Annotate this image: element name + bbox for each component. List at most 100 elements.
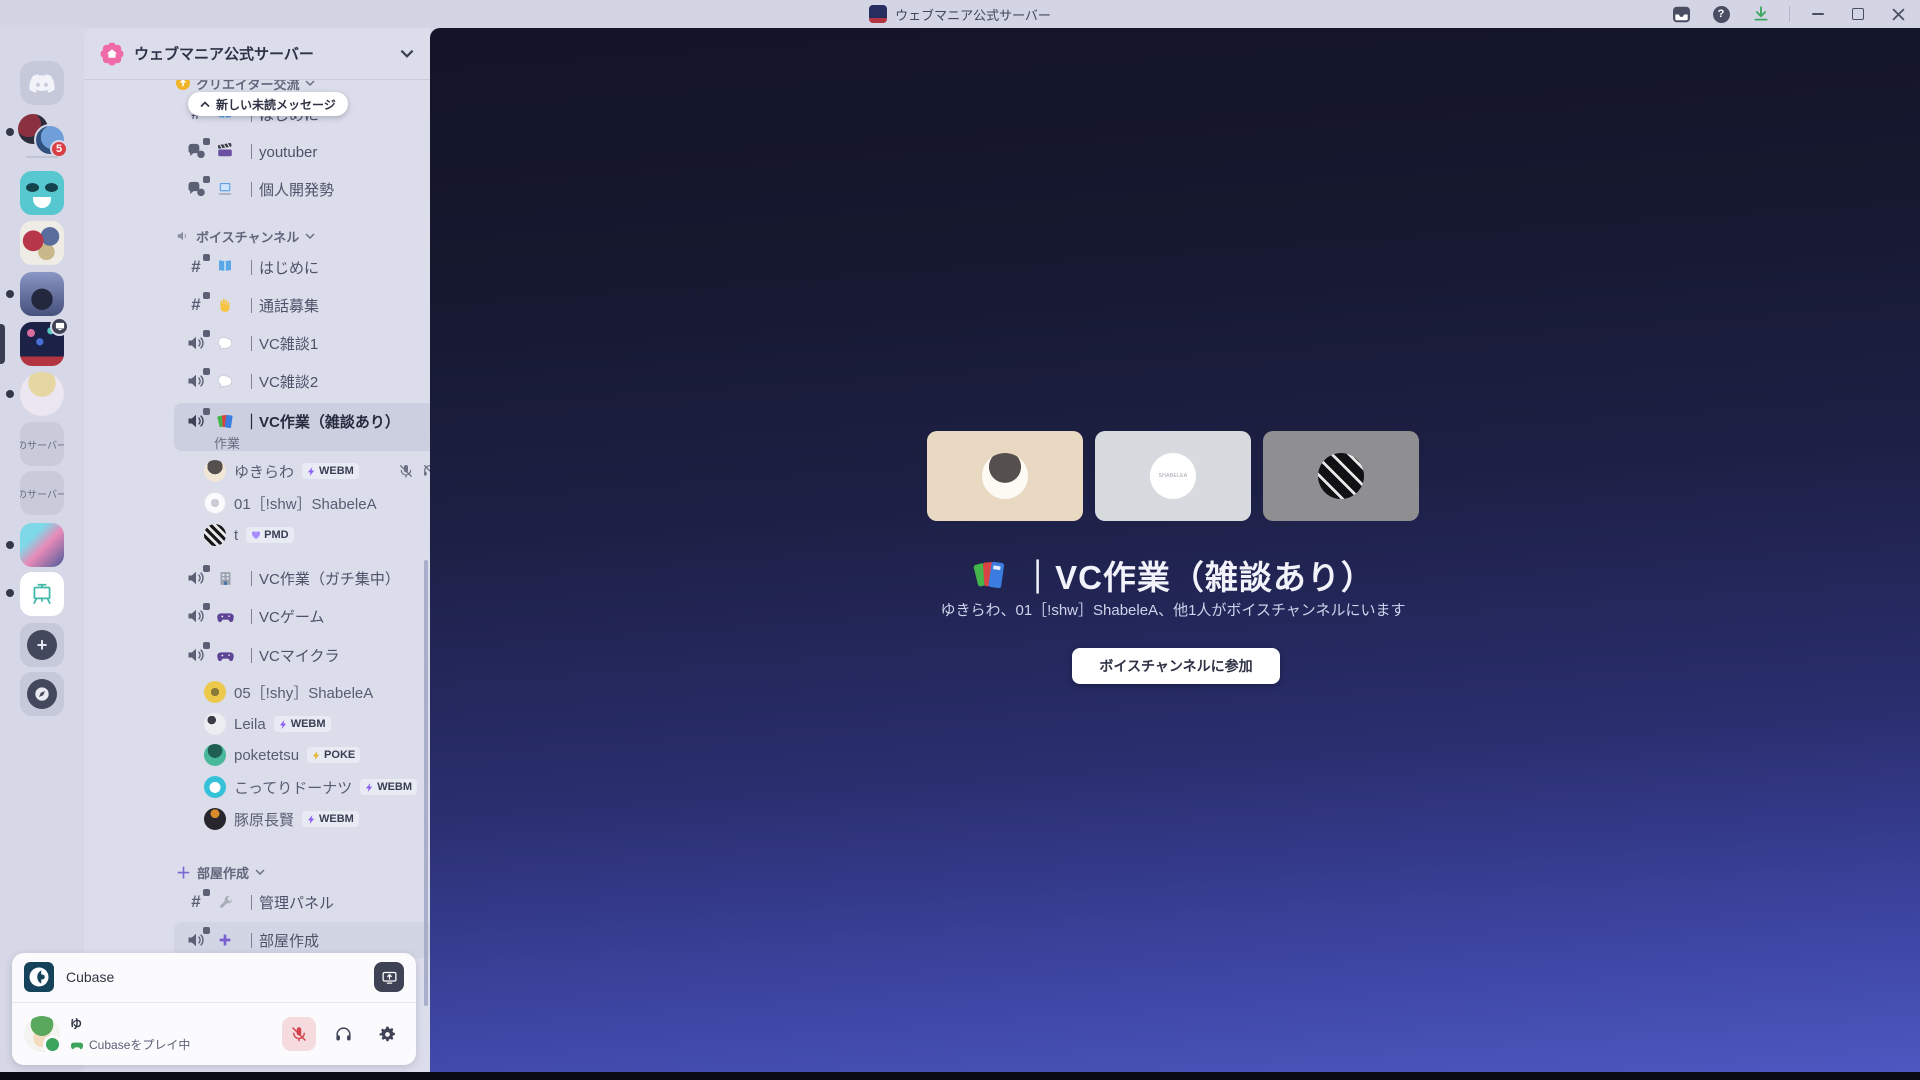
maximize-button[interactable] [1846,3,1870,25]
deafened-icon [423,465,430,476]
chevron-down-icon [305,80,316,86]
unread-indicator [6,290,14,298]
server-item-teal-face[interactable] [20,171,64,215]
user-info[interactable]: ゆ Cubaseをプレイ中 [70,1015,272,1053]
voice-tile-shabelea[interactable]: SHABELEA [1095,431,1251,521]
maximize-icon [1852,8,1864,20]
category-label: ボイスチャンネル [196,229,300,245]
voice-member-yukirawa[interactable]: ゆきらわ WEBM ライブ [204,457,430,485]
chevron-up-icon [200,100,210,107]
channel-vc-work-focus[interactable]: ｜VC作業（ガチ集中） [176,562,430,594]
unread-indicator [6,390,14,398]
category-voice-channels[interactable]: ボイスチャンネル [176,224,430,248]
server-item-collage[interactable] [20,221,64,265]
voice-member-kotteri-donut[interactable]: こってりドーナツ WEBM [204,773,430,801]
member-name: 豚原長賢 [234,811,295,829]
text-channel-limited-icon: # [186,254,210,277]
mic-muted-icon [399,465,412,478]
server-item-anime-girl[interactable] [20,372,64,416]
user-settings-button[interactable] [370,1017,404,1051]
channel-hajimeni-voice-section[interactable]: # ｜はじめに [176,251,430,283]
server-header[interactable]: ウェブマニア公式サーバー [84,28,430,80]
channel-tsuwa-boshu[interactable]: # ｜通話募集 [176,289,430,321]
stream-activity-button[interactable] [374,962,404,992]
close-button[interactable] [1886,3,1910,25]
activity-row: Cubase [12,953,416,1001]
user-avatar[interactable] [24,1016,62,1054]
server-item-photo[interactable] [20,272,64,316]
dm-conversation[interactable]: 5 [18,114,68,158]
tag-badge: WEBM [273,716,331,732]
avatar [204,808,226,830]
voice-member-05-shabelea[interactable]: 05［!shy］ShabeleA [204,678,430,706]
inbox-button[interactable] [1669,3,1693,25]
server-item-webmania-selected[interactable] [20,317,69,366]
channel-vc-minecraft[interactable]: ｜VCマイクラ [176,639,430,671]
voice-member-butahara[interactable]: 豚原長賢 WEBM [204,805,430,833]
titlebar-divider [1789,6,1790,22]
channel-name: ｜VC作業（ガチ集中） [244,570,400,588]
category-label: 部屋作成 [197,865,250,881]
member-name: こってりドーナツ [234,779,353,797]
titlebar[interactable]: ウェブマニア公式サーバー ? [0,0,1920,28]
deafen-toggle[interactable] [326,1017,360,1051]
member-name: Leila [234,715,266,733]
channel-vc-zatsudan-1[interactable]: ｜VC雑談1 [176,327,430,359]
user-activity-card: Cubase ゆ Cubaseをプレイ中 [12,953,416,1065]
voice-channel-limited-icon [186,408,210,431]
tag-badge: WEBM [302,463,359,479]
channel-row[interactable]: ｜部屋作成 [174,924,430,956]
channel-row[interactable]: ｜VC作業（雑談あり） [174,405,430,437]
voice-member-poketetsu[interactable]: poketetsu POKE [204,741,430,769]
chevron-down-icon [400,49,414,58]
screen-share-icon [381,971,397,984]
server-item-text-1[interactable]: のサーバー [20,422,64,466]
channel-name: ｜youtuber [244,143,318,161]
voice-member-t[interactable]: t PMD [204,521,430,549]
screen-share-status-icon [50,317,69,336]
tag-badge: WEBM [302,811,359,827]
update-download-button[interactable] [1749,3,1773,25]
voice-member-01-shabelea[interactable]: 01［!shw］ShabeleA [204,489,430,517]
avatar [204,681,226,703]
sidebar-scrollbar[interactable] [424,560,428,1006]
game-activity-icon [70,1042,84,1049]
voice-channel-limited-icon [186,368,210,391]
voice-member-leila[interactable]: Leila WEBM [204,710,430,738]
server-item-easel[interactable] [20,572,64,616]
channel-youtuber[interactable]: ｜youtuber [176,135,430,167]
decor [33,197,51,208]
new-unread-messages-pill[interactable]: 新しい未読メッセージ [188,92,348,116]
channel-name: ｜管理パネル [244,894,335,912]
books-emoji-icon [215,411,235,431]
tag-badge: PMD [246,527,294,543]
channel-vc-game[interactable]: ｜VCゲーム [176,600,430,632]
channel-admin-panel[interactable]: # ｜管理パネル [176,886,430,918]
mic-mute-toggle[interactable] [282,1017,316,1051]
avatar [982,453,1028,499]
download-icon [1754,6,1768,21]
activity-name: Cubase [66,969,115,985]
help-button[interactable]: ? [1709,3,1733,25]
explore-servers-button[interactable] [20,672,64,716]
bolt-icon [312,750,320,760]
voice-tile-t[interactable] [1263,431,1419,521]
channel-vc-zatsudan-2[interactable]: ｜VC雑談2 [176,365,430,397]
server-item-text-2[interactable]: のサーバー [20,471,64,515]
decor [26,183,39,192]
category-room-create[interactable]: ＋ 部屋作成 [176,860,430,884]
server-initial-label: のサーバー [20,489,64,501]
join-voice-channel-button[interactable]: ボイスチャンネルに参加 [1072,648,1280,684]
channel-kojin-kaihatsu[interactable]: ｜個人開発勢 [176,173,430,205]
plus-emoji-icon [215,930,235,950]
voice-channel-main: SHABELEA ｜VC作業（雑談あり） ゆきらわ、01［!shw］Shabel… [430,28,1920,1072]
add-server-button[interactable]: + [20,623,64,667]
minimize-button[interactable] [1806,3,1830,25]
home-button[interactable] [20,61,64,105]
server-item-anime-art[interactable] [20,523,64,567]
plus-icon: + [27,630,57,660]
avatar [1318,453,1364,499]
forum-channel-icon [186,138,210,161]
voice-tile-yukirawa[interactable] [927,431,1083,521]
channel-vc-work-chat-selected[interactable]: ｜VC作業（雑談あり） 作業 [174,403,430,451]
